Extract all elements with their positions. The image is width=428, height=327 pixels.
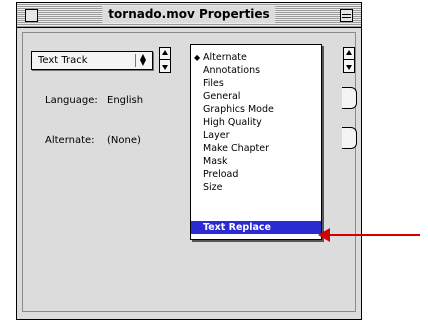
track-popup-label: Text Track bbox=[38, 55, 88, 66]
set-alternate-button[interactable] bbox=[342, 127, 357, 149]
popup-arrows-icon: ▲ ▼ bbox=[135, 53, 150, 67]
alternate-label: Alternate: bbox=[45, 135, 95, 146]
menu-item-alternate[interactable]: ◆ Alternate bbox=[191, 51, 321, 64]
checkmark-icon: ◆ bbox=[194, 53, 201, 62]
alternate-value: (None) bbox=[107, 135, 141, 146]
annotation-arrow-line bbox=[322, 234, 420, 236]
menu-item-general[interactable]: General bbox=[191, 90, 321, 103]
menu-item-high-quality[interactable]: High Quality bbox=[191, 116, 321, 129]
menu-item-annotations[interactable]: Annotations bbox=[191, 64, 321, 77]
language-label: Language: bbox=[45, 95, 98, 106]
window-title: tornado.mov Properties bbox=[102, 6, 276, 23]
stepper-up-icon[interactable] bbox=[162, 50, 168, 55]
menu-item-graphics-mode[interactable]: Graphics Mode bbox=[191, 103, 321, 116]
property-popup-menu[interactable]: ◆ Alternate Annotations Files General Gr… bbox=[190, 44, 322, 240]
title-bar[interactable]: tornado.mov Properties bbox=[17, 3, 361, 28]
stepper-down-icon[interactable] bbox=[346, 65, 352, 70]
menu-item-layer[interactable]: Layer bbox=[191, 129, 321, 142]
annotation-arrow-icon bbox=[318, 228, 330, 242]
language-value: English bbox=[107, 95, 144, 106]
menu-item-make-chapter[interactable]: Make Chapter bbox=[191, 142, 321, 155]
set-language-button[interactable] bbox=[342, 87, 357, 109]
stepper-down-icon[interactable] bbox=[162, 65, 168, 70]
collapse-box[interactable] bbox=[340, 9, 353, 22]
close-box[interactable] bbox=[25, 9, 38, 22]
menu-item-files[interactable]: Files bbox=[191, 77, 321, 90]
track-popup-menu[interactable]: Text Track ▲ ▼ bbox=[31, 51, 153, 70]
property-stepper[interactable] bbox=[343, 47, 355, 73]
menu-item-size[interactable]: Size bbox=[191, 181, 321, 194]
menu-item-preload[interactable]: Preload bbox=[191, 168, 321, 181]
menu-item-text-replace[interactable]: Text Replace bbox=[191, 221, 321, 234]
stepper-up-icon[interactable] bbox=[346, 50, 352, 55]
track-stepper[interactable] bbox=[159, 47, 171, 73]
menu-item-mask[interactable]: Mask bbox=[191, 155, 321, 168]
